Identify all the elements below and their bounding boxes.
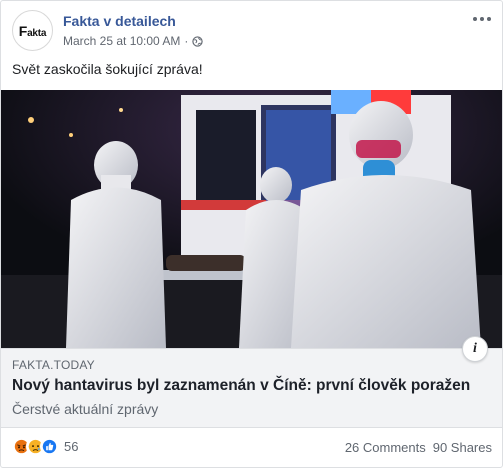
post-options-icon[interactable] bbox=[472, 12, 492, 26]
link-domain: FAKTA.TODAY bbox=[12, 358, 95, 372]
like-icon bbox=[40, 437, 59, 456]
post-card: Fakta Fakta v detailech March 25 at 10:0… bbox=[0, 0, 503, 468]
post-meta: March 25 at 10:00 AM · bbox=[63, 34, 204, 48]
post-header: Fakta Fakta v detailech March 25 at 10:0… bbox=[12, 10, 492, 54]
post-footer: 56 26 Comments 90 Shares bbox=[12, 435, 492, 459]
globe-icon[interactable] bbox=[192, 35, 204, 47]
hazmat-scene-image bbox=[1, 90, 502, 348]
shares-count[interactable]: 90 Shares bbox=[433, 440, 492, 455]
dot bbox=[480, 17, 484, 21]
dot bbox=[473, 17, 477, 21]
post-stats: 26 Comments 90 Shares bbox=[345, 440, 492, 455]
comments-count[interactable]: 26 Comments bbox=[345, 440, 426, 455]
link-title[interactable]: Nový hantavirus byl zaznamenán v Číně: p… bbox=[12, 377, 470, 395]
post-timestamp[interactable]: March 25 at 10:00 AM bbox=[63, 34, 180, 48]
page-name-link[interactable]: Fakta v detailech bbox=[63, 13, 176, 29]
info-icon[interactable]: i bbox=[462, 336, 488, 362]
link-description: Čerstvé aktuální zprávy bbox=[12, 401, 159, 417]
page-avatar[interactable]: Fakta bbox=[12, 10, 53, 51]
meta-separator: · bbox=[184, 34, 189, 48]
reaction-count[interactable]: 56 bbox=[64, 439, 78, 454]
reactions-summary[interactable]: 56 bbox=[12, 437, 78, 456]
dot bbox=[487, 17, 491, 21]
post-text: Svět zaskočila šokující zpráva! bbox=[12, 61, 203, 77]
post-image[interactable] bbox=[1, 90, 502, 348]
link-preview[interactable]: i FAKTA.TODAY Nový hantavirus byl zaznam… bbox=[1, 336, 502, 428]
avatar-logo: Fakta bbox=[18, 22, 47, 39]
